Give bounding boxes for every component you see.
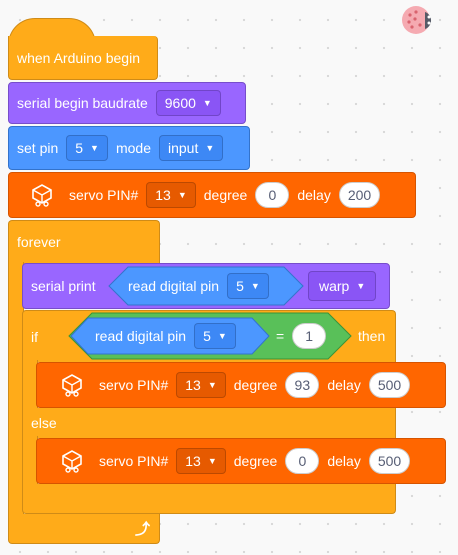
reporter-pin-dropdown[interactable]: 5 ▼ — [227, 273, 269, 299]
if-read-digital-pin-reporter[interactable]: read digital pin 5 ▼ — [95, 318, 236, 354]
triangle-down-icon: ▼ — [217, 331, 227, 341]
forever-bottom: ⤴ — [8, 514, 160, 544]
ladybug-sprite-icon[interactable] — [398, 2, 440, 38]
serial-begin-label: serial begin baudrate — [17, 95, 148, 111]
degree-label: degree — [233, 377, 278, 393]
servo-block-then[interactable]: servo PIN# 13 ▼ degree 93 delay 500 — [36, 362, 446, 408]
compare-value-input[interactable]: 1 — [292, 323, 327, 349]
set-pin-label: set pin — [17, 140, 59, 156]
forever-block[interactable]: forever — [8, 220, 160, 264]
forever-label: forever — [17, 234, 61, 250]
delay-input[interactable]: 200 — [338, 182, 381, 208]
triangle-down-icon: ▼ — [177, 190, 187, 200]
serial-begin-block[interactable]: serial begin baudrate 9600 ▼ — [8, 82, 246, 124]
loop-arrow-icon: ⤴ — [135, 521, 151, 538]
hat-block-when-arduino-begin[interactable]: when Arduino begin — [8, 36, 158, 80]
code-canvas[interactable]: when Arduino begin serial begin baudrate… — [0, 0, 458, 555]
if-label: if — [31, 328, 38, 345]
if-reporter-label: read digital pin — [95, 328, 187, 344]
servo-pin-value: 13 — [185, 453, 201, 469]
pin-dropdown[interactable]: 5 ▼ — [66, 135, 108, 161]
triangle-down-icon: ▼ — [356, 281, 366, 291]
servo-pin-label: servo PIN# — [69, 187, 139, 203]
delay-label: delay — [297, 187, 331, 203]
degree-label: degree — [203, 187, 248, 203]
servo-block-else[interactable]: servo PIN# 13 ▼ degree 0 delay 500 — [36, 438, 446, 484]
servo-block[interactable]: servo PIN# 13 ▼ degree 0 delay 200 — [8, 172, 416, 218]
baudrate-dropdown[interactable]: 9600 ▼ — [155, 90, 221, 116]
else-label: else — [31, 415, 57, 431]
triangle-down-icon: ▼ — [207, 456, 217, 466]
hat-label: when Arduino begin — [17, 49, 140, 66]
servo-motor-icon — [32, 184, 52, 207]
servo-motor-icon — [62, 374, 82, 397]
if-reporter-pin-value: 5 — [203, 328, 211, 344]
set-pin-mode-block[interactable]: set pin 5 ▼ mode input ▼ — [8, 126, 250, 170]
warp-dropdown-wrap: warp ▼ — [308, 270, 377, 302]
reporter-label: read digital pin — [128, 278, 220, 294]
servo-pin-dropdown[interactable]: 13 ▼ — [146, 182, 196, 208]
reporter-pin-value: 5 — [236, 278, 244, 294]
else-section: else — [22, 408, 396, 438]
baudrate-value: 9600 — [164, 95, 196, 111]
degree-input[interactable]: 0 — [285, 448, 320, 474]
degree-input[interactable]: 93 — [285, 372, 320, 398]
servo-pin-label: servo PIN# — [99, 377, 169, 393]
triangle-down-icon: ▼ — [250, 281, 260, 291]
warp-dropdown[interactable]: warp ▼ — [308, 271, 377, 301]
serial-print-label: serial print — [31, 278, 96, 294]
delay-input[interactable]: 500 — [368, 372, 411, 398]
equals-operator[interactable]: = 1 — [276, 318, 327, 354]
servo-pin-dropdown[interactable]: 13 ▼ — [176, 448, 226, 474]
triangle-down-icon: ▼ — [90, 143, 99, 153]
servo-pin-dropdown[interactable]: 13 ▼ — [176, 372, 226, 398]
triangle-down-icon: ▼ — [205, 143, 215, 153]
pin-value: 5 — [75, 140, 84, 156]
warp-value: warp — [319, 278, 350, 294]
if-else-bottom — [22, 484, 396, 514]
servo-motor-icon — [62, 450, 82, 473]
then-label: then — [358, 328, 386, 344]
then-wrap: then — [358, 318, 385, 354]
mode-dropdown[interactable]: input ▼ — [159, 135, 224, 161]
equals-sign: = — [276, 328, 285, 344]
mode-value: input — [168, 140, 199, 156]
degree-input[interactable]: 0 — [255, 182, 290, 208]
delay-label: delay — [327, 453, 361, 469]
delay-label: delay — [327, 377, 361, 393]
degree-label: degree — [233, 453, 278, 469]
triangle-down-icon: ▼ — [207, 380, 217, 390]
mode-label: mode — [115, 140, 151, 156]
delay-input[interactable]: 500 — [368, 448, 411, 474]
read-digital-pin-reporter[interactable]: read digital pin 5 ▼ — [128, 266, 269, 306]
if-reporter-pin-dropdown[interactable]: 5 ▼ — [194, 323, 236, 349]
servo-pin-value: 13 — [155, 187, 171, 203]
triangle-down-icon: ▼ — [202, 98, 212, 108]
servo-pin-value: 13 — [185, 377, 201, 393]
servo-pin-label: servo PIN# — [99, 453, 169, 469]
